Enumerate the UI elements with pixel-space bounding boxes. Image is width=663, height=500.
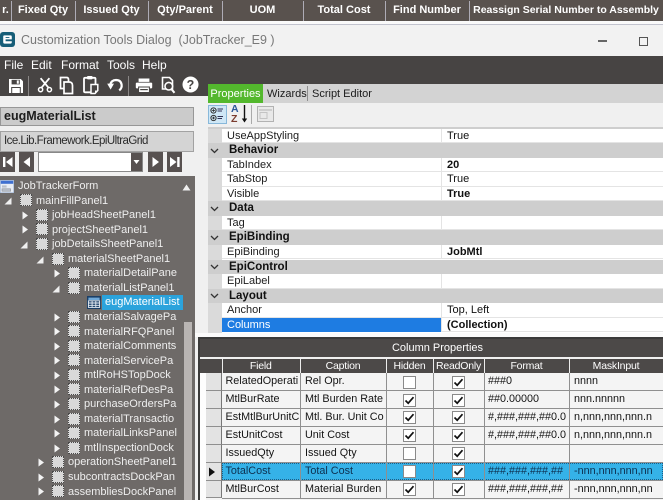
svg-text:?: ? — [187, 78, 195, 92]
